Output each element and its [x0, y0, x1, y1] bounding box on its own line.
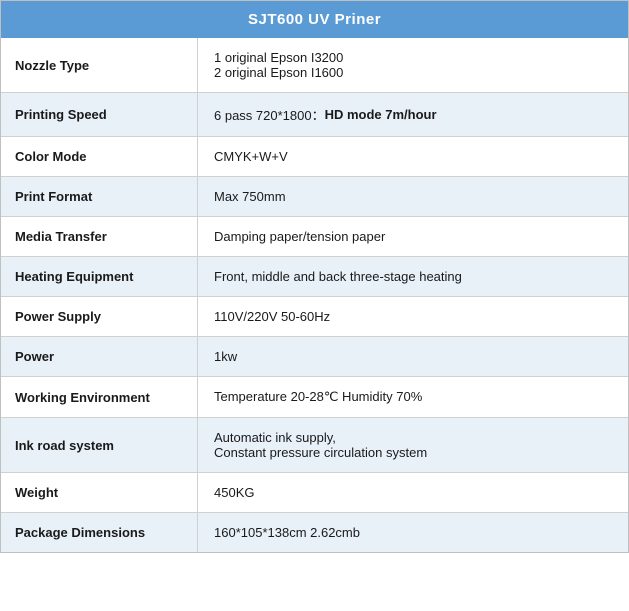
label-package-dimensions: Package Dimensions — [1, 513, 198, 552]
spec-row-power: Power1kw — [1, 337, 628, 377]
label-power-supply: Power Supply — [1, 297, 198, 336]
spec-row-printing-speed: Printing Speed6 pass 720*1800：HD mode 7m… — [1, 93, 628, 137]
value-color-mode: CMYK+W+V — [198, 137, 628, 176]
label-working-environment: Working Environment — [1, 377, 198, 417]
label-heating-equipment: Heating Equipment — [1, 257, 198, 296]
spec-table: SJT600 UV Priner Nozzle Type1 original E… — [0, 0, 629, 553]
value-prefix-printing-speed: 6 pass 720*1800： — [214, 105, 325, 124]
value-bold-printing-speed: HD mode 7m/hour — [325, 107, 437, 122]
spec-row-power-supply: Power Supply110V/220V 50-60Hz — [1, 297, 628, 337]
label-media-transfer: Media Transfer — [1, 217, 198, 256]
spec-row-media-transfer: Media TransferDamping paper/tension pape… — [1, 217, 628, 257]
value-printing-speed: 6 pass 720*1800：HD mode 7m/hour — [198, 93, 628, 136]
label-weight: Weight — [1, 473, 198, 512]
value-working-environment: Temperature 20-28℃ Humidity 70% — [198, 377, 628, 417]
label-color-mode: Color Mode — [1, 137, 198, 176]
value-print-format: Max 750mm — [198, 177, 628, 216]
label-printing-speed: Printing Speed — [1, 93, 198, 136]
spec-row-print-format: Print FormatMax 750mm — [1, 177, 628, 217]
value-weight: 450KG — [198, 473, 628, 512]
value-heating-equipment: Front, middle and back three-stage heati… — [198, 257, 628, 296]
table-header: SJT600 UV Priner — [1, 1, 628, 38]
label-power: Power — [1, 337, 198, 376]
spec-row-nozzle-type: Nozzle Type1 original Epson I32002 origi… — [1, 38, 628, 93]
value-package-dimensions: 160*105*138cm 2.62cmb — [198, 513, 628, 552]
table-title: SJT600 UV Priner — [248, 11, 381, 28]
spec-row-package-dimensions: Package Dimensions160*105*138cm 2.62cmb — [1, 513, 628, 552]
value-power-supply: 110V/220V 50-60Hz — [198, 297, 628, 336]
value-power: 1kw — [198, 337, 628, 376]
spec-row-weight: Weight450KG — [1, 473, 628, 513]
spec-row-heating-equipment: Heating EquipmentFront, middle and back … — [1, 257, 628, 297]
spec-row-ink-road-system: Ink road systemAutomatic ink supply,Cons… — [1, 418, 628, 473]
spec-row-color-mode: Color ModeCMYK+W+V — [1, 137, 628, 177]
value-nozzle-type: 1 original Epson I32002 original Epson I… — [198, 38, 628, 92]
label-nozzle-type: Nozzle Type — [1, 38, 198, 92]
value-ink-road-system: Automatic ink supply,Constant pressure c… — [198, 418, 628, 472]
spec-row-working-environment: Working EnvironmentTemperature 20-28℃ Hu… — [1, 377, 628, 418]
label-print-format: Print Format — [1, 177, 198, 216]
value-media-transfer: Damping paper/tension paper — [198, 217, 628, 256]
label-ink-road-system: Ink road system — [1, 418, 198, 472]
